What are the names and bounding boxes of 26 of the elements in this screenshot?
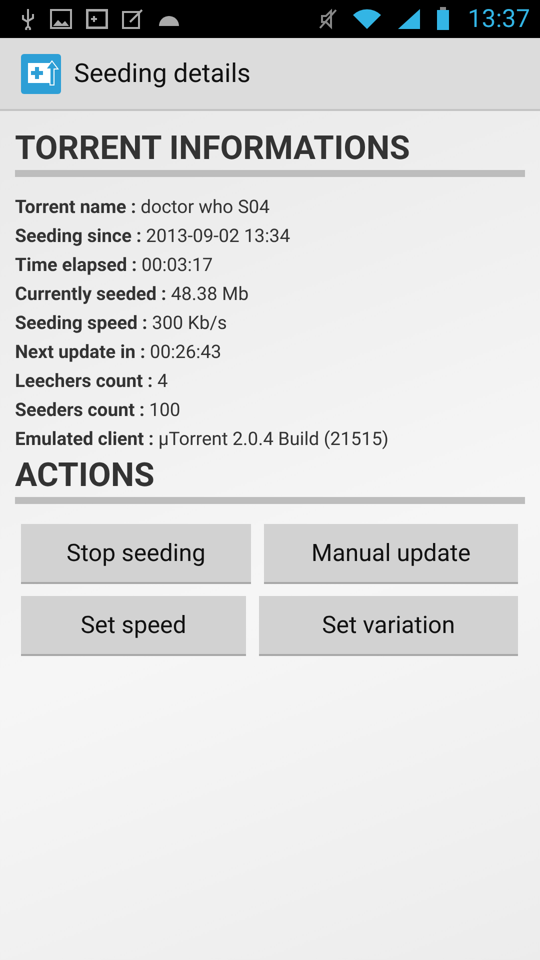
usb-icon — [20, 8, 36, 30]
wifi-icon — [352, 8, 382, 30]
app-notification-icon — [86, 9, 108, 29]
detail-line: Time elapsed : 00:03:17 — [15, 253, 214, 278]
detail-line: Seeding since : 2013-09-02 13:34 — [15, 224, 292, 249]
detail-line: Emulated client : µTorrent 2.0.4 Build (21515) — [15, 427, 390, 452]
edit-icon — [122, 9, 144, 29]
image-icon — [50, 9, 72, 29]
action-button[interactable]: Set speed — [21, 596, 246, 656]
screen-title: Seeding details — [74, 58, 251, 88]
detail-line: Currently seeded : 48.38 Mb — [15, 282, 250, 307]
clock-time: 13:37 — [468, 4, 530, 34]
action-button[interactable]: Set variation — [259, 596, 518, 656]
app-icon — [20, 52, 62, 94]
signal-icon — [396, 8, 422, 30]
action-button[interactable]: Manual update — [264, 524, 518, 584]
muted-icon — [318, 8, 338, 30]
detail-line: Seeders count : 100 — [15, 398, 182, 423]
detail-line: Torrent name : doctor who S04 — [15, 195, 271, 220]
section-heading: ACTIONS — [15, 456, 525, 504]
battery-icon — [436, 7, 450, 31]
detail-line: Next update in : 00:26:43 — [15, 340, 222, 365]
detail-line: Seeding speed : 300 Kb/s — [15, 311, 228, 336]
action-button[interactable]: Stop seeding — [21, 524, 251, 584]
detail-line: Leechers count : 4 — [15, 369, 169, 394]
section-heading: TORRENT INFORMATIONS — [15, 129, 525, 177]
